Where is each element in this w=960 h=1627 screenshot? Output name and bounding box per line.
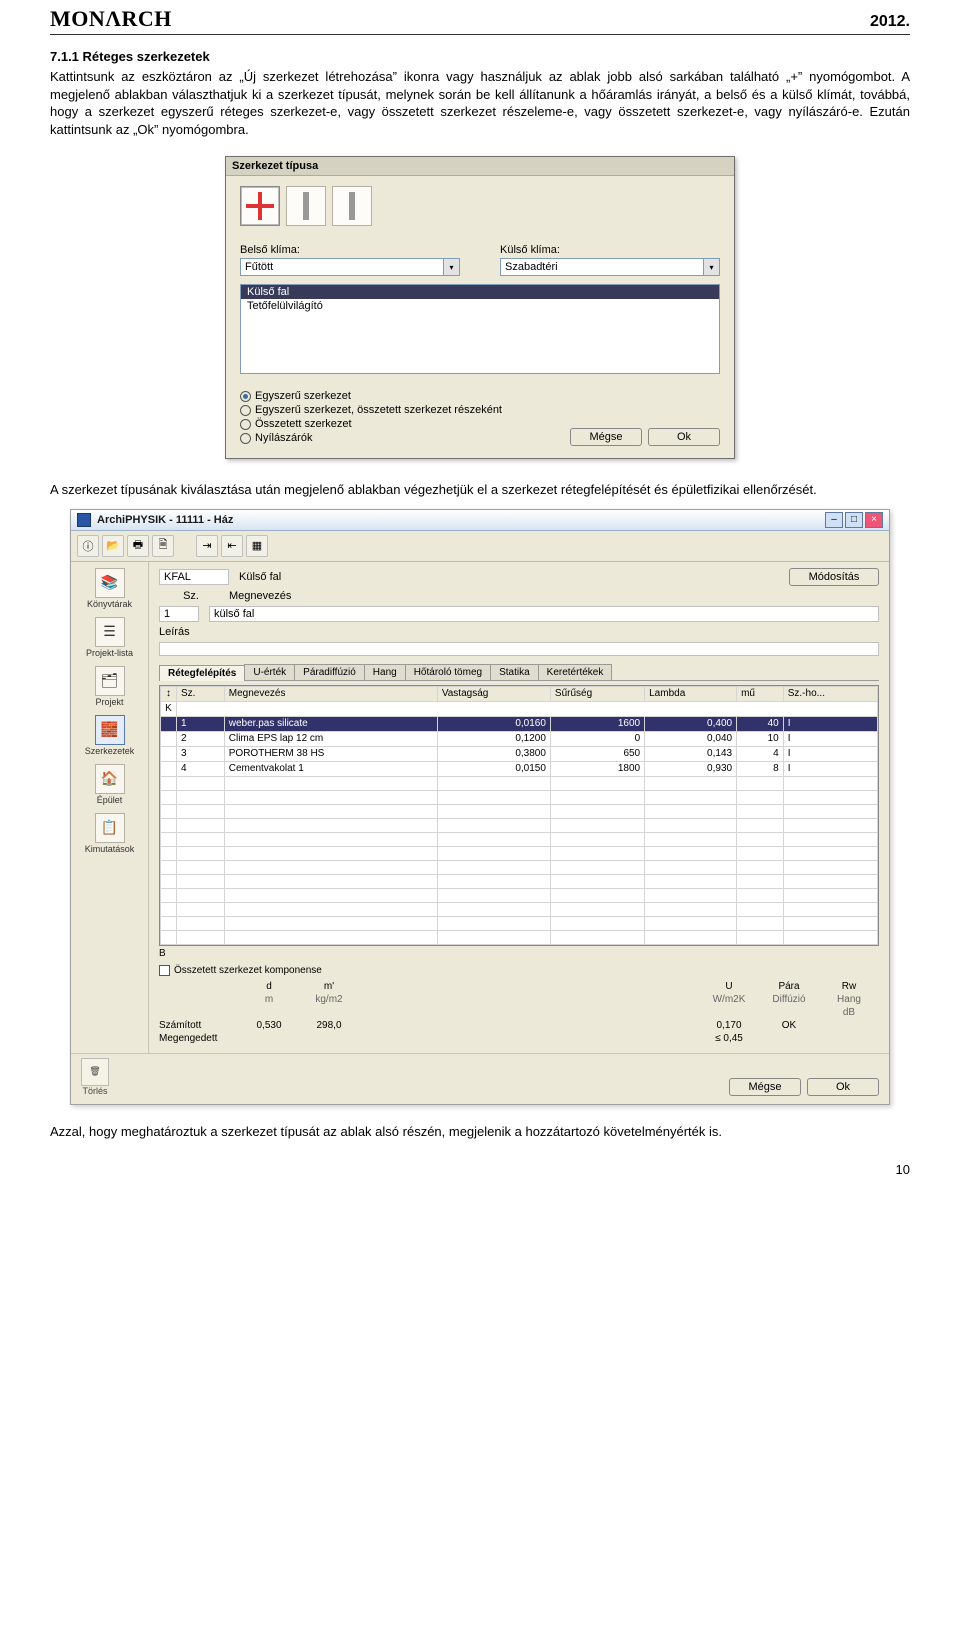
sidebar-item[interactable]: 🏠Épület — [78, 764, 142, 805]
column-header[interactable]: Megnevezés — [224, 686, 437, 701]
grid-icon[interactable]: ▦ — [246, 535, 268, 557]
ok-button[interactable]: Ok — [648, 428, 720, 446]
paragraph-2: A szerkezet típusának kiválasztása után … — [50, 481, 910, 499]
leiras-label: Leírás — [159, 626, 190, 638]
composite-checkbox[interactable] — [159, 965, 170, 976]
open-icon[interactable]: 📂 — [102, 535, 124, 557]
sort-icon[interactable]: ↕ — [161, 686, 177, 701]
doc-icon[interactable]: 🗎 — [152, 535, 174, 557]
table-row[interactable]: 2Clima EPS lap 12 cm0,120000,04010I — [161, 731, 878, 746]
dialog-structure-type: Szerkezet típusa Belső klíma: ▾ Külső kl… — [225, 156, 735, 459]
tab[interactable]: Hang — [364, 664, 406, 680]
toolbar: ⓘ 📂 🖶 🗎 ⇥ ⇤ ▦ — [71, 531, 889, 562]
logo: MONΛRCH — [50, 6, 172, 32]
radio-option[interactable]: Egyszerű szerkezet — [240, 390, 502, 402]
name-field[interactable]: külső fal — [209, 606, 879, 622]
megnevezes-label: Megnevezés — [229, 590, 291, 602]
inner-climate-label: Belső klíma: — [240, 244, 460, 256]
column-header[interactable]: Lambda — [645, 686, 737, 701]
print-icon[interactable]: 🖶 — [127, 535, 149, 557]
import-icon[interactable]: ⇥ — [196, 535, 218, 557]
outer-climate-select[interactable] — [500, 258, 704, 276]
app-window-archiphysik: ArchiPHYSIK - 11111 - Ház – □ × ⓘ 📂 🖶 🗎 … — [70, 509, 890, 1105]
outer-climate-label: Külső klíma: — [500, 244, 720, 256]
chevron-down-icon[interactable]: ▾ — [444, 258, 460, 276]
sidebar-item[interactable]: 📚Könyvtárak — [78, 568, 142, 609]
delete-label: Törlés — [81, 1086, 109, 1096]
tab[interactable]: Páradiffúzió — [294, 664, 365, 680]
sidebar-item[interactable]: 🧱Szerkezetek — [78, 715, 142, 756]
ok-button[interactable]: Ok — [807, 1078, 879, 1096]
delete-icon[interactable]: 🗑 — [81, 1058, 109, 1086]
page-number: 10 — [50, 1162, 910, 1177]
tab[interactable]: Keretértékek — [538, 664, 613, 680]
close-icon[interactable]: × — [865, 512, 883, 528]
table-row[interactable]: 4Cementvakolat 10,015018000,9308I — [161, 761, 878, 776]
sz-field[interactable]: 1 — [159, 606, 199, 622]
minimize-icon[interactable]: – — [825, 512, 843, 528]
year: 2012. — [870, 13, 910, 31]
modify-button[interactable]: Módosítás — [789, 568, 879, 586]
paragraph-1: Kattintsunk az eszköztáron az „Új szerke… — [50, 68, 910, 138]
window-title: ArchiPHYSIK - 11111 - Ház — [97, 514, 825, 526]
export-icon[interactable]: ⇤ — [221, 535, 243, 557]
heatflow-icon-up[interactable] — [332, 186, 372, 226]
sz-label: Sz. — [159, 590, 199, 602]
radio-option[interactable]: Nyílászárók — [240, 432, 502, 444]
column-header[interactable]: Sz.-ho... — [783, 686, 877, 701]
chevron-down-icon[interactable]: ▾ — [704, 258, 720, 276]
cancel-button[interactable]: Mégse — [570, 428, 642, 446]
column-header[interactable]: mű — [737, 686, 784, 701]
dialog-title: Szerkezet típusa — [226, 157, 734, 176]
column-header[interactable]: Vastagság — [437, 686, 550, 701]
list-item[interactable]: Külső fal — [241, 285, 719, 299]
sidebar-item[interactable]: 🗂Projekt — [78, 666, 142, 707]
tab[interactable]: Hőtároló tömeg — [405, 664, 491, 680]
section-heading: 7.1.1 Réteges szerkezetek — [50, 49, 910, 64]
leiras-field[interactable] — [159, 642, 879, 656]
maximize-icon[interactable]: □ — [845, 512, 863, 528]
tab[interactable]: Statika — [490, 664, 539, 680]
sidebar-item[interactable]: ☰Projekt-lista — [78, 617, 142, 658]
app-icon — [77, 513, 91, 527]
heatflow-icon-horizontal[interactable] — [240, 186, 280, 226]
paragraph-3: Azzal, hogy meghatároztuk a szerkezet tí… — [50, 1123, 910, 1141]
structure-type-list[interactable]: Külső falTetőfelülvilágító — [240, 284, 720, 374]
code-field[interactable]: KFAL — [159, 569, 229, 585]
tab[interactable]: Rétegfelépítés — [159, 665, 245, 681]
sidebar-item[interactable]: 📋Kimutatások — [78, 813, 142, 854]
heatflow-icon-down[interactable] — [286, 186, 326, 226]
tab[interactable]: U-érték — [244, 664, 295, 680]
code-name-label: Külső fal — [239, 571, 359, 583]
column-header[interactable]: Sz. — [177, 686, 225, 701]
composite-checkbox-label: Összetett szerkezet komponense — [174, 965, 322, 976]
table-row[interactable]: 3POROTHERM 38 HS0,38006500,1434I — [161, 746, 878, 761]
info-icon[interactable]: ⓘ — [77, 535, 99, 557]
radio-option[interactable]: Összetett szerkezet — [240, 418, 502, 430]
column-header[interactable]: Sűrűség — [550, 686, 644, 701]
radio-option[interactable]: Egyszerű szerkezet, összetett szerkezet … — [240, 404, 502, 416]
table-row[interactable]: 1weber.pas silicate0,016016000,40040I — [161, 716, 878, 731]
cancel-button[interactable]: Mégse — [729, 1078, 801, 1096]
list-item[interactable]: Tetőfelülvilágító — [241, 299, 719, 313]
inner-climate-select[interactable] — [240, 258, 444, 276]
